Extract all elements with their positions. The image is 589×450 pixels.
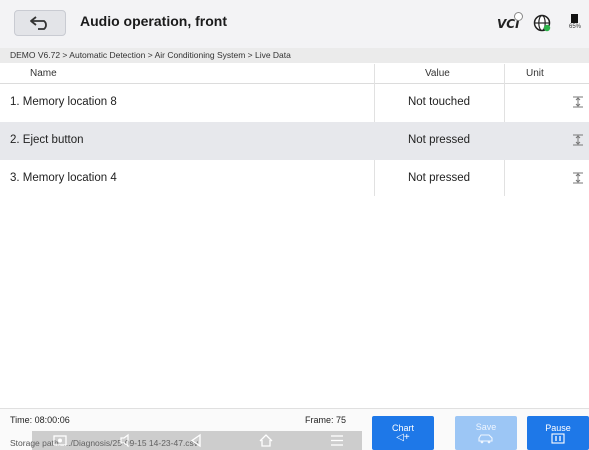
back-button[interactable] xyxy=(14,10,66,36)
table-row[interactable]: 1. Memory location 8 Not touched xyxy=(0,84,589,122)
screenshot-icon[interactable] xyxy=(52,433,68,448)
page-title: Audio operation, front xyxy=(80,13,227,29)
column-header-name: Name xyxy=(30,68,57,79)
elapsed-time: Time: 08:00:06 xyxy=(10,415,70,425)
unit-adjust-icon[interactable] xyxy=(572,96,584,108)
vci-connection-badge xyxy=(514,12,523,21)
volume-down-icon[interactable] xyxy=(118,433,134,448)
column-header-unit: Unit xyxy=(526,68,544,79)
table-header: Name Value Unit xyxy=(0,64,589,84)
save-car-icon xyxy=(478,434,493,444)
row-name: 3. Memory location 4 xyxy=(10,172,117,184)
chart-button[interactable]: Chart ◁+ xyxy=(372,416,434,450)
back-arrow-icon xyxy=(30,16,47,30)
row-value: Not touched xyxy=(407,96,470,108)
unit-adjust-icon[interactable] xyxy=(572,134,584,146)
row-value: Not pressed xyxy=(407,172,470,184)
breadcrumb: DEMO V6.72 > Automatic Detection > Air C… xyxy=(0,48,589,63)
save-button[interactable]: Save xyxy=(455,416,517,450)
frame-count: Frame: 75 xyxy=(305,415,347,425)
row-value: Not pressed xyxy=(407,134,470,146)
battery-icon: 65% xyxy=(569,14,589,36)
system-nav-bar xyxy=(32,431,362,450)
battery-percent: 65% xyxy=(569,24,582,30)
top-bar: Audio operation, front VCI 65% xyxy=(0,0,589,48)
pause-button[interactable]: Pause xyxy=(527,416,589,450)
save-button-label: Save xyxy=(475,422,497,432)
table-row[interactable]: 3. Memory location 4 Not pressed xyxy=(0,160,589,198)
row-name: 2. Eject button xyxy=(10,134,84,146)
column-header-value: Value xyxy=(425,68,450,79)
unit-adjust-icon[interactable] xyxy=(572,172,584,184)
pause-button-label: Pause xyxy=(545,422,571,433)
pause-icon xyxy=(551,432,565,444)
row-name: 1. Memory location 8 xyxy=(10,96,117,108)
back-nav-icon[interactable] xyxy=(188,433,204,448)
home-icon[interactable] xyxy=(258,433,274,448)
chart-add-icon: ◁+ xyxy=(396,432,410,443)
menu-icon[interactable] xyxy=(329,433,345,448)
table-row[interactable]: 2. Eject button Not pressed xyxy=(0,122,589,160)
vci-status-icon[interactable]: VCI xyxy=(497,12,523,34)
network-globe-icon[interactable] xyxy=(533,14,551,32)
